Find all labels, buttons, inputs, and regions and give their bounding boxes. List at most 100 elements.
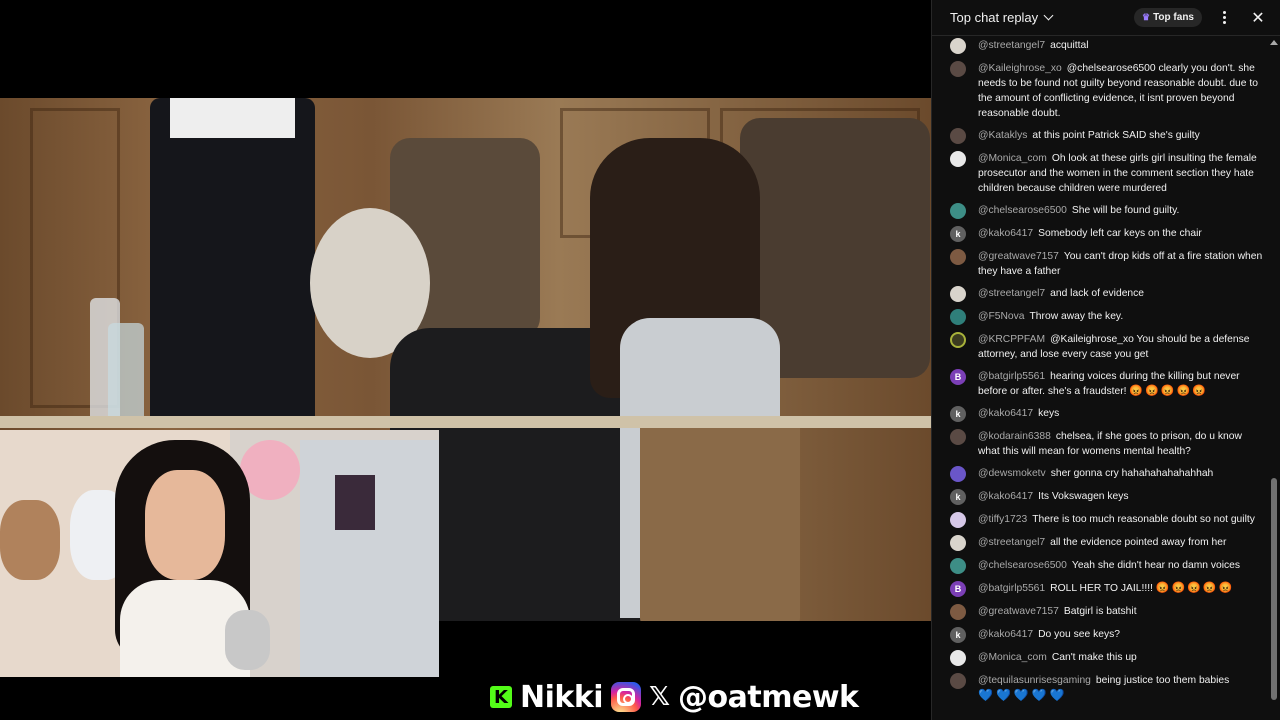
chat-mode-dropdown[interactable]: Top chat replay	[950, 10, 1054, 25]
message-text: at this point Patrick SAID she's guilty	[1032, 130, 1200, 141]
user-avatar[interactable]	[950, 466, 966, 482]
message-body: @streetangel7 and lack of evidence	[978, 286, 1266, 301]
author-name[interactable]: @kako6417	[978, 228, 1033, 239]
user-avatar[interactable]	[950, 673, 966, 689]
kick-logo-icon: K	[490, 686, 512, 708]
chat-message[interactable]: @streetangel7 and lack of evidence	[932, 286, 1272, 302]
message-body: @kodarain6388 chelsea, if she goes to pri…	[978, 429, 1266, 459]
user-avatar[interactable]	[950, 128, 966, 144]
chat-message[interactable]: k @kako6417 Do you see keys?	[932, 627, 1272, 643]
message-body: @kako6417 Somebody left car keys on the c…	[978, 226, 1266, 241]
user-avatar[interactable]	[950, 558, 966, 574]
author-name[interactable]: @streetangel7	[978, 288, 1045, 299]
user-avatar[interactable]	[950, 604, 966, 620]
video-player[interactable]: K Nikki 𝕏 @oatmewk	[0, 0, 931, 720]
top-fans-button[interactable]: ♛ Top fans	[1133, 8, 1202, 27]
author-name[interactable]: @F5Nova	[978, 311, 1025, 322]
chat-message[interactable]: @Monica_com Oh look at these girls girl i…	[932, 151, 1272, 196]
chat-scrollbar[interactable]	[1270, 40, 1278, 708]
webcam-feed	[0, 430, 439, 677]
chat-message[interactable]: @chelsearose6500 Yeah she didn't hear no …	[932, 558, 1272, 574]
chat-message[interactable]: B @batgirlp5561 hearing voices during the …	[932, 369, 1272, 399]
author-name[interactable]: @kako6417	[978, 629, 1033, 640]
author-name[interactable]: @Kataklys	[978, 130, 1027, 141]
chat-message[interactable]: @F5Nova Throw away the key.	[932, 309, 1272, 325]
x-twitter-icon: 𝕏	[649, 682, 671, 712]
author-name[interactable]: @streetangel7	[978, 40, 1045, 51]
avatar-letter: k	[955, 491, 961, 502]
chat-message[interactable]: @streetangel7 acquittal	[932, 38, 1272, 54]
author-name[interactable]: @tequilasunrisesgaming	[978, 675, 1091, 686]
user-avatar[interactable]: k	[950, 627, 966, 643]
user-avatar[interactable]	[950, 286, 966, 302]
author-name[interactable]: @batgirlp5561	[978, 583, 1045, 594]
user-avatar[interactable]	[950, 332, 966, 348]
chat-message[interactable]: @KRCPPFAM @Kaileighrose_xo You should be …	[932, 332, 1272, 362]
author-name[interactable]: @chelsearose6500	[978, 205, 1067, 216]
close-icon: ✕	[1251, 9, 1265, 27]
social-handle: @oatmewk	[678, 679, 859, 715]
author-name[interactable]: @kako6417	[978, 491, 1033, 502]
chat-message[interactable]: @chelsearose6500 She will be found guilty…	[932, 203, 1272, 219]
author-name[interactable]: @streetangel7	[978, 537, 1045, 548]
user-avatar[interactable]: k	[950, 226, 966, 242]
user-avatar[interactable]	[950, 151, 966, 167]
avatar-letter: k	[955, 228, 961, 239]
scrollbar-thumb[interactable]	[1271, 478, 1277, 700]
user-avatar[interactable]	[950, 535, 966, 551]
chat-message[interactable]: @Monica_com Can't make this up	[932, 650, 1272, 666]
streamer-name: Nikki	[520, 679, 604, 715]
author-name[interactable]: @Kaileighrose_xo	[978, 63, 1062, 74]
chat-message[interactable]: k @kako6417 Its Vokswagen keys	[932, 489, 1272, 505]
user-avatar[interactable]: B	[950, 581, 966, 597]
chat-message[interactable]: k @kako6417 keys	[932, 406, 1272, 422]
chat-message[interactable]: @kodarain6388 chelsea, if she goes to pri…	[932, 429, 1272, 459]
user-avatar[interactable]	[950, 61, 966, 77]
author-name[interactable]: @greatwave7157	[978, 606, 1059, 617]
chat-message-list[interactable]: @streetangel7 acquittal @Kaileighrose_xo @c…	[932, 36, 1272, 720]
message-text: Its Vokswagen keys	[1038, 491, 1129, 502]
author-name[interactable]: @kako6417	[978, 408, 1033, 419]
user-avatar[interactable]	[950, 309, 966, 325]
user-avatar[interactable]: k	[950, 489, 966, 505]
message-text: There is too much reasonable doubt so no…	[1032, 514, 1255, 525]
message-body: @batgirlp5561 hearing voices during the k…	[978, 369, 1266, 399]
chat-message[interactable]: @greatwave7157 You can't drop kids off at…	[932, 249, 1272, 279]
message-text: being justice too them babies	[1095, 675, 1230, 686]
chat-message[interactable]: @Kataklys at this point Patrick SAID she'…	[932, 128, 1272, 144]
author-name[interactable]: @KRCPPFAM	[978, 334, 1045, 345]
user-avatar[interactable]	[950, 249, 966, 265]
author-name[interactable]: @Monica_com	[978, 153, 1047, 164]
user-avatar[interactable]	[950, 429, 966, 445]
message-body: @kako6417 keys	[978, 406, 1266, 421]
author-name[interactable]: @chelsearose6500	[978, 560, 1067, 571]
author-name[interactable]: @kodarain6388	[978, 431, 1051, 442]
chat-message[interactable]: @streetangel7 all the evidence pointed aw…	[932, 535, 1272, 551]
user-avatar[interactable]	[950, 650, 966, 666]
chat-message[interactable]: k @kako6417 Somebody left car keys on the …	[932, 226, 1272, 242]
user-avatar[interactable]: k	[950, 406, 966, 422]
author-name[interactable]: @dewsmoketv	[978, 468, 1046, 479]
chat-message[interactable]: @dewsmoketv sher gonna cry hahahahahahahh…	[932, 466, 1272, 482]
avatar-letter: B	[954, 371, 962, 382]
author-name[interactable]: @batgirlp5561	[978, 371, 1045, 382]
chat-message[interactable]: @tequilasunrisesgaming being justice too …	[932, 673, 1272, 703]
chat-message[interactable]: B @batgirlp5561 ROLL HER TO JAIL!!!! 😡😡😡😡😡	[932, 581, 1272, 597]
author-name[interactable]: @Monica_com	[978, 652, 1047, 663]
scroll-up-arrow-icon[interactable]	[1270, 40, 1278, 45]
message-body: @kako6417 Do you see keys?	[978, 627, 1266, 642]
more-options-button[interactable]	[1212, 6, 1236, 30]
chevron-down-icon	[1043, 10, 1054, 21]
chat-message[interactable]: @greatwave7157 Batgirl is batshit	[932, 604, 1272, 620]
message-text: She will be found guilty.	[1071, 205, 1180, 216]
user-avatar[interactable]	[950, 512, 966, 528]
author-name[interactable]: @greatwave7157	[978, 251, 1059, 262]
user-avatar[interactable]: B	[950, 369, 966, 385]
chat-message[interactable]: @tiffy1723 There is too much reasonable d…	[932, 512, 1272, 528]
chat-message[interactable]: @Kaileighrose_xo @chelsearose6500 clearly…	[932, 61, 1272, 121]
close-chat-button[interactable]: ✕	[1246, 6, 1270, 30]
author-name[interactable]: @tiffy1723	[978, 514, 1027, 525]
message-body: @Monica_com Oh look at these girls girl i…	[978, 151, 1266, 196]
user-avatar[interactable]	[950, 38, 966, 54]
user-avatar[interactable]	[950, 203, 966, 219]
